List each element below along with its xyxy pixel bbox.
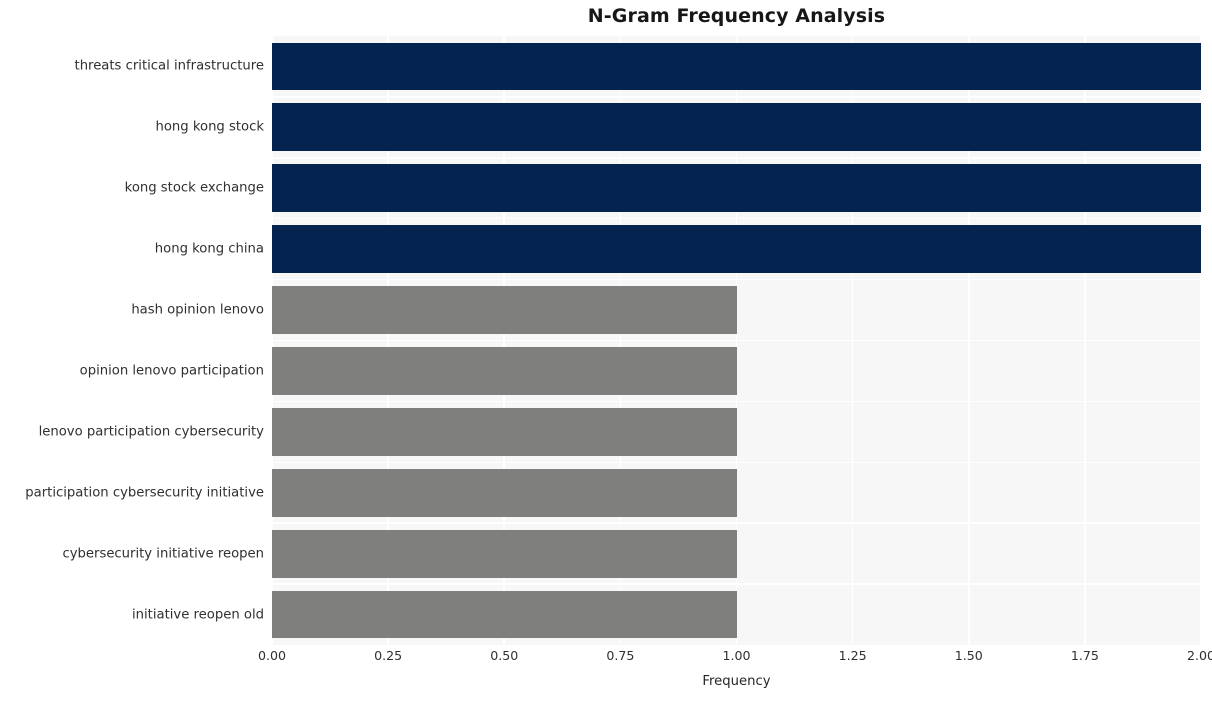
x-axis-tick-labels: 0.00 0.25 0.50 0.75 1.00 1.25 1.50 1.75 2.00	[258, 648, 1212, 670]
y-gridline	[272, 278, 1201, 281]
y-gridline	[272, 217, 1201, 220]
x-axis-tick-label: 1.75	[1070, 648, 1099, 663]
y-axis-tick-label: hash opinion lenovo	[131, 302, 264, 318]
y-gridline	[272, 157, 1201, 159]
bar	[272, 347, 737, 395]
y-axis-tick-label: initiative reopen old	[132, 606, 264, 622]
y-axis-tick-label: opinion lenovo participation	[79, 363, 264, 379]
y-gridline	[272, 461, 1201, 464]
bar	[272, 468, 737, 517]
chart-title: N-Gram Frequency Analysis	[587, 5, 886, 27]
x-axis-tick-label: 1.25	[838, 648, 867, 663]
x-axis-tick-label: 0.25	[374, 648, 403, 663]
y-axis-tick-label: lenovo participation cybersecurity	[38, 424, 264, 440]
x-axis-title: Frequency	[702, 674, 771, 689]
bar	[272, 407, 737, 456]
y-axis-tick-label: participation cybersecurity initiative	[25, 485, 264, 501]
bar	[272, 103, 1201, 152]
x-axis-tick-label: 0.00	[257, 648, 287, 663]
bar	[272, 42, 1201, 91]
chart-figure: N-Gram Frequency Analysis threats critic…	[0, 0, 1212, 701]
x-axis-tick-label: 1.00	[722, 648, 751, 663]
y-gridline	[272, 522, 1201, 524]
y-gridline	[272, 96, 1201, 98]
x-axis-tick-label: 0.50	[490, 648, 519, 663]
y-gridline	[272, 339, 1201, 342]
y-axis-tick-label: cybersecurity initiative reopen	[62, 546, 264, 562]
plot-area	[271, 36, 1202, 645]
y-axis-tick-label: hong kong china	[154, 241, 264, 257]
y-axis-tick-labels: threats critical infrastructure hong kong…	[0, 36, 264, 645]
x-axis-tick-label: 2.00	[1186, 648, 1212, 663]
y-axis-tick-label: threats critical infrastructure	[74, 58, 264, 74]
y-axis-tick-label: hong kong stock	[155, 119, 264, 135]
bar	[272, 529, 737, 578]
bar	[272, 164, 1201, 213]
bar	[272, 286, 737, 334]
bar	[272, 590, 737, 639]
x-axis-tick-label: 0.75	[606, 648, 635, 663]
x-axis-tick-label: 1.50	[954, 648, 983, 663]
y-gridline	[272, 583, 1201, 585]
y-gridline	[272, 400, 1201, 403]
y-axis-tick-label: kong stock exchange	[124, 180, 264, 196]
bar	[272, 225, 1201, 274]
